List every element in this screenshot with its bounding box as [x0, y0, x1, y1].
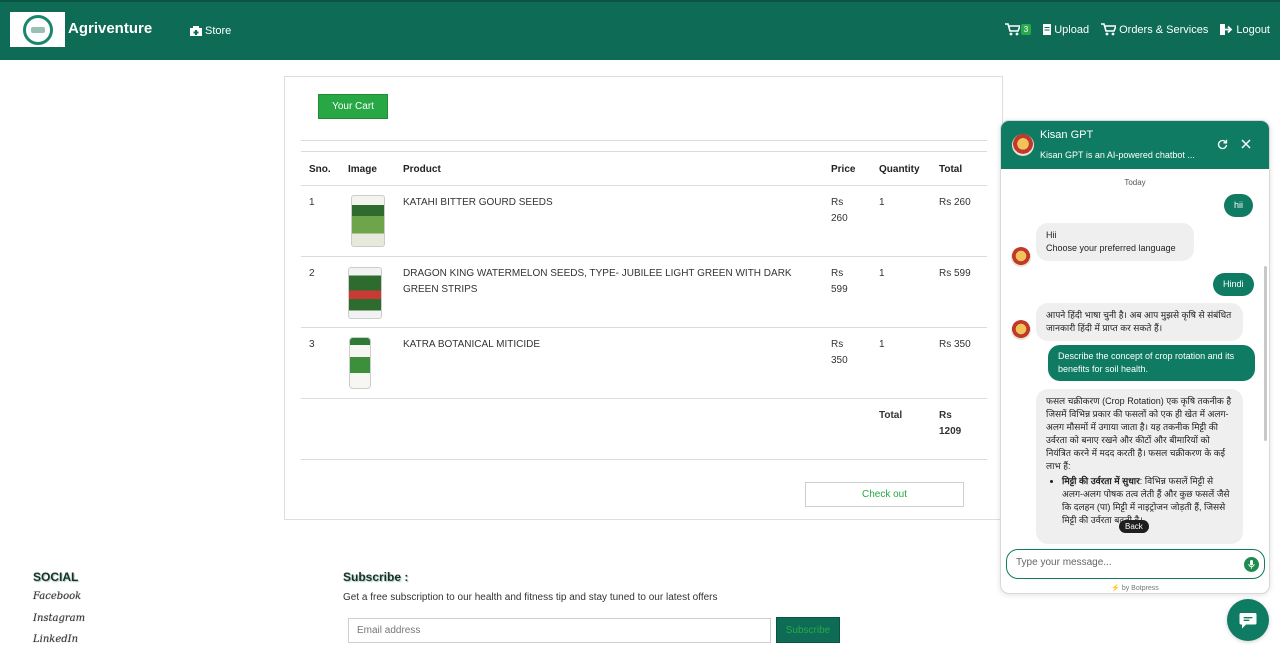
microphone-icon[interactable]	[1244, 557, 1259, 572]
store-icon	[190, 26, 202, 36]
grand-total-label: Total	[879, 410, 903, 421]
user-message: hii	[1224, 194, 1254, 217]
user-message: Describe the concept of crop rotation an…	[1048, 345, 1255, 381]
nav-cart-link[interactable]: 3	[1004, 23, 1032, 36]
chat-bubble-icon	[1239, 612, 1257, 628]
nav-orders-label: Orders & Services	[1119, 23, 1209, 36]
col-header-price: Price	[831, 164, 856, 175]
row-product-name[interactable]: KATAHI BITTER GOURD SEEDS	[403, 195, 553, 211]
list-item-title: मिट्टी की उर्वरता में सुधार	[1062, 476, 1140, 486]
divider	[301, 398, 987, 399]
grand-total-value: 1209	[939, 426, 962, 437]
row-sno: 3	[309, 339, 315, 350]
social-heading: SOCIAL	[33, 570, 79, 584]
row-total: Rs 350	[939, 339, 971, 350]
checkout-button[interactable]: Check out	[805, 482, 964, 507]
row-price-prefix: Rs	[831, 197, 844, 208]
row-product-name[interactable]: KATRA BOTANICAL MITICIDE	[403, 337, 540, 353]
instagram-link[interactable]: Instagram	[33, 613, 85, 624]
row-total: Rs 260	[939, 197, 971, 208]
product-image[interactable]	[349, 337, 371, 389]
chat-widget: Kisan GPT Kisan GPT is an AI-powered cha…	[1000, 120, 1270, 594]
brand-logo[interactable]	[10, 12, 65, 47]
row-price-prefix: Rs	[831, 339, 844, 350]
chat-title: Kisan GPT	[1040, 129, 1094, 141]
powered-by[interactable]: ⚡ by Botpress	[1001, 584, 1269, 592]
refresh-icon[interactable]	[1217, 139, 1228, 153]
nav-logout-link[interactable]: Logout	[1220, 24, 1270, 36]
chat-header: Kisan GPT Kisan GPT is an AI-powered cha…	[1001, 121, 1269, 169]
cart-count-badge: 3	[1020, 24, 1032, 35]
chat-subtitle: Kisan GPT is an AI-powered chatbot ...	[1040, 150, 1195, 160]
bot-avatar	[1011, 320, 1031, 340]
brand-name[interactable]: Agriventure	[68, 20, 152, 37]
chat-toggle-button[interactable]	[1227, 599, 1269, 641]
bot-avatar	[1012, 134, 1034, 156]
bot-message: Hii Choose your preferred language	[1036, 223, 1194, 261]
close-icon[interactable]	[1241, 137, 1251, 152]
row-quantity: 1	[879, 339, 885, 350]
list-item: मिट्टी की उर्वरता में सुधार: विभिन्न फसल…	[1062, 475, 1233, 527]
row-price-prefix: Rs	[831, 268, 844, 279]
row-sno: 1	[309, 197, 315, 208]
divider	[301, 327, 987, 328]
row-quantity: 1	[879, 197, 885, 208]
col-header-product: Product	[403, 164, 441, 175]
logo-mark	[22, 14, 53, 45]
row-sno: 2	[309, 268, 315, 279]
bot-message-line: Choose your preferred language	[1046, 243, 1176, 253]
bot-message-line: Hii	[1046, 230, 1057, 240]
logout-icon	[1220, 24, 1233, 35]
product-image[interactable]	[348, 267, 382, 319]
subscribe-heading: Subscribe :	[343, 570, 409, 584]
subscribe-description: Get a free subscription to our health an…	[343, 592, 718, 603]
divider	[301, 459, 987, 460]
col-header-quantity: Quantity	[879, 164, 920, 175]
user-message: Hindi	[1213, 273, 1254, 296]
bot-message-intro: फसल चक्रीकरण (Crop Rotation) एक कृषि तकन…	[1046, 396, 1232, 471]
nav-store-label: Store	[205, 25, 232, 37]
top-navbar: Agriventure Store 3 Upload Orders & Serv…	[0, 0, 1280, 60]
col-header-sno: Sno.	[309, 164, 331, 175]
divider	[301, 151, 987, 152]
row-price-value: 599	[831, 284, 848, 295]
bot-avatar	[1011, 247, 1031, 267]
facebook-link[interactable]: Facebook	[33, 591, 81, 602]
your-cart-button[interactable]: Your Cart	[318, 94, 388, 119]
col-header-total: Total	[939, 164, 963, 175]
grand-total-prefix: Rs	[939, 410, 952, 421]
bot-message: आपने हिंदी भाषा चुनी है। अब आप मुझसे कृष…	[1036, 303, 1243, 341]
file-icon	[1043, 24, 1052, 35]
lightning-icon: ⚡	[1111, 585, 1120, 592]
cart-icon	[1101, 23, 1117, 36]
chat-date-divider: Today	[1124, 178, 1146, 187]
row-product-name[interactable]: DRAGON KING WATERMELON SEEDS, TYPE- JUBI…	[403, 266, 792, 282]
row-product-name-cont[interactable]: GREEN STRIPS	[403, 282, 477, 298]
divider	[301, 256, 987, 257]
bot-message-list: मिट्टी की उर्वरता में सुधार: विभिन्न फसल…	[1062, 475, 1233, 527]
powered-by-label: by Botpress	[1121, 585, 1159, 592]
chat-input-box	[1006, 549, 1265, 579]
email-field[interactable]	[348, 618, 771, 643]
nav-upload-label: Upload	[1054, 23, 1090, 36]
col-header-image: Image	[348, 164, 377, 175]
row-price-value: 260	[831, 213, 848, 224]
nav-logout-label: Logout	[1236, 23, 1270, 36]
row-quantity: 1	[879, 268, 885, 279]
divider	[301, 185, 987, 186]
chat-scrollbar[interactable]	[1264, 266, 1267, 441]
divider	[301, 140, 987, 141]
back-button[interactable]: Back	[1119, 520, 1149, 533]
subscribe-button[interactable]: Subscribe	[776, 617, 840, 643]
product-image[interactable]	[351, 195, 385, 247]
row-price-value: 350	[831, 355, 848, 366]
nav-store-link[interactable]: Store	[190, 25, 231, 37]
nav-upload-link[interactable]: Upload	[1043, 24, 1089, 36]
nav-orders-link[interactable]: Orders & Services	[1101, 23, 1208, 36]
linkedin-link[interactable]: LinkedIn	[33, 634, 78, 645]
chat-message-input[interactable]	[1016, 557, 1236, 568]
row-total: Rs 599	[939, 268, 971, 279]
cart-panel: Your Cart Sno. Image Product Price Quant…	[284, 76, 1003, 520]
cart-icon	[1004, 23, 1020, 36]
